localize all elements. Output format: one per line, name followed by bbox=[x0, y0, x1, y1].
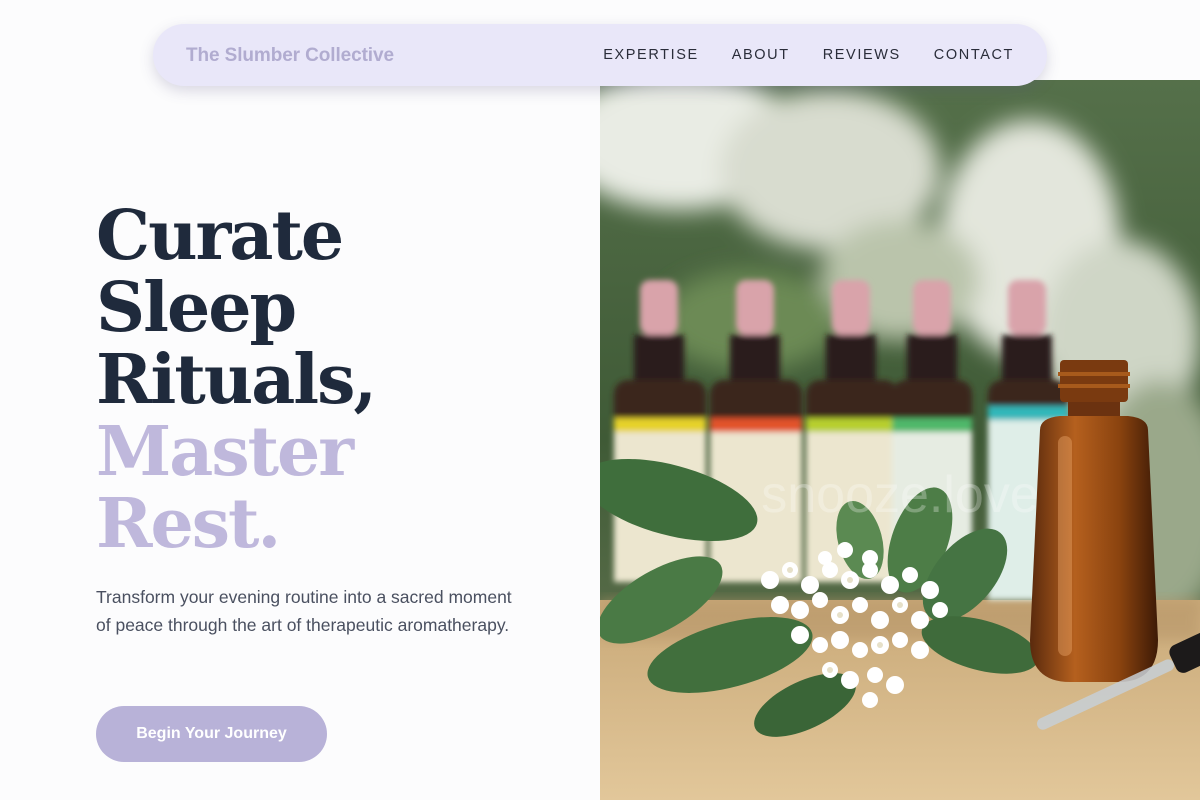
nav-link-contact[interactable]: CONTACT bbox=[934, 47, 1014, 63]
top-navigation: The Slumber Collective EXPERTISE ABOUT R… bbox=[153, 24, 1047, 86]
nav-link-expertise[interactable]: EXPERTISE bbox=[603, 47, 699, 63]
headline-line: Sleep bbox=[96, 268, 297, 348]
nav-links: EXPERTISE ABOUT REVIEWS CONTACT bbox=[603, 47, 1014, 63]
nav-link-about[interactable]: ABOUT bbox=[732, 47, 790, 63]
nav-link-reviews[interactable]: REVIEWS bbox=[823, 47, 901, 63]
headline-line: Rituals, bbox=[96, 340, 377, 420]
hero-image: snooze.love bbox=[600, 80, 1200, 800]
brand-logo[interactable]: The Slumber Collective bbox=[186, 45, 394, 67]
headline-line-accent: Rest. bbox=[96, 484, 281, 564]
image-watermark: snooze.love bbox=[761, 466, 1039, 524]
headline-line: Curate bbox=[96, 196, 344, 276]
begin-journey-button[interactable]: Begin Your Journey bbox=[96, 706, 327, 762]
headline-line-accent: Master bbox=[96, 412, 354, 492]
hero-subtext: Transform your evening routine into a sa… bbox=[96, 587, 512, 635]
hero-headline: Curate Sleep Rituals, Master Rest. bbox=[96, 196, 377, 564]
